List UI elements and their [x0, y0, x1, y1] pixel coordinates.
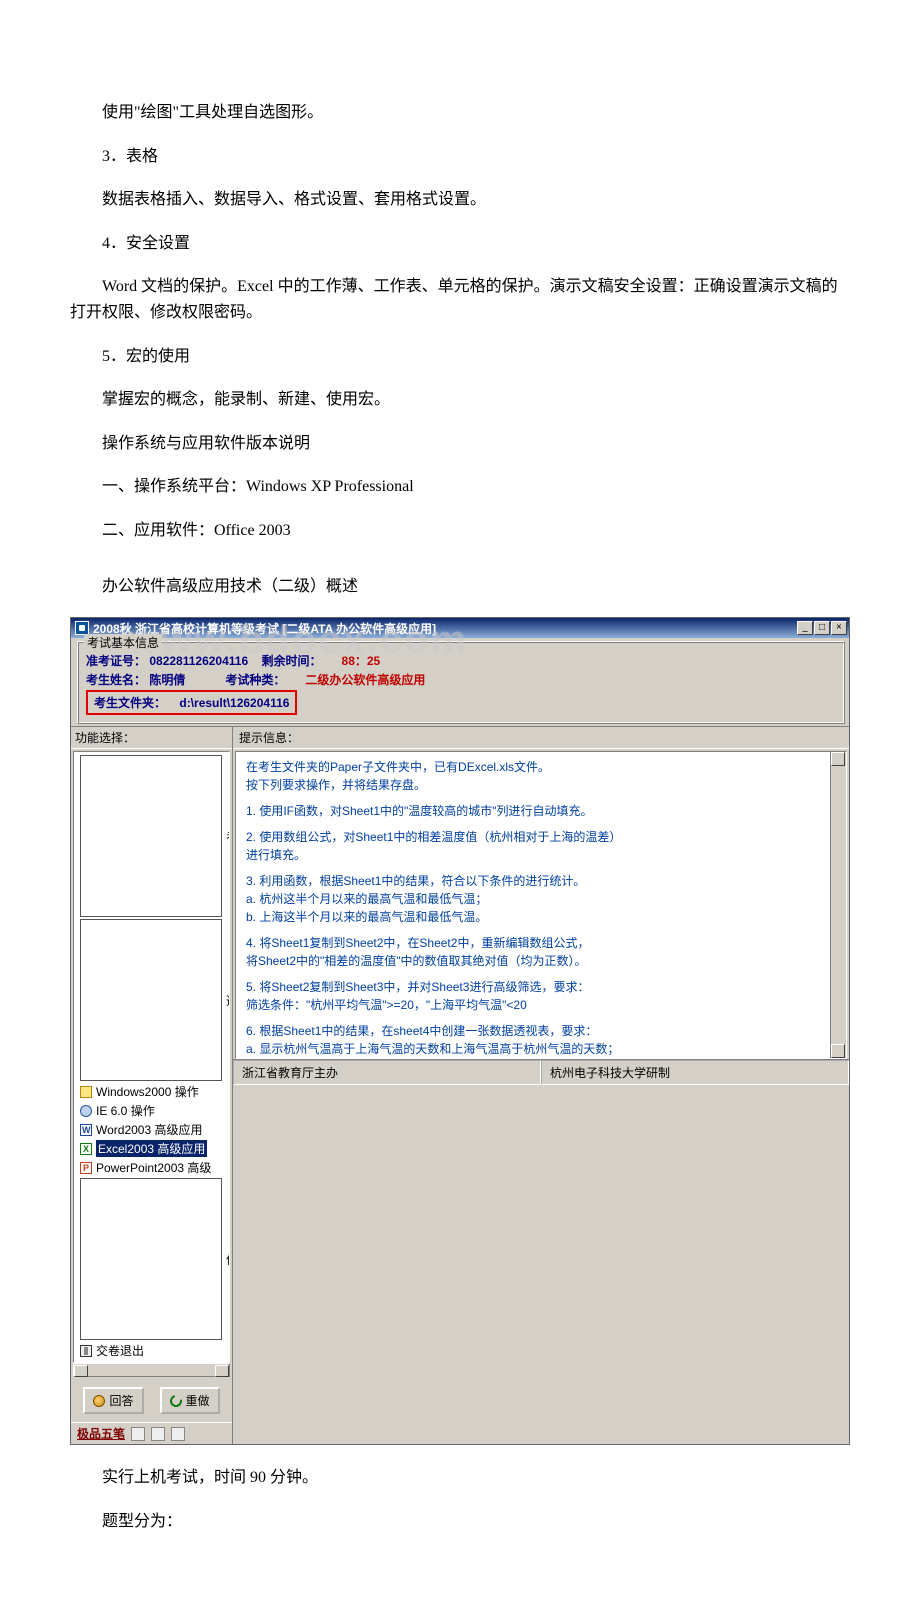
window-footer: 浙江省教育厅主办 杭州电子科技大学研制 — [233, 1059, 849, 1085]
heading-5-macro: 5．宏的使用 — [70, 344, 850, 370]
instr-block-1: 1. 使用IF函数，对Sheet1中的"温度较高的城市"列进行自动填充。 — [246, 802, 826, 820]
exam-window: 2008秋 浙江省高校计算机等级考试 [二级ATA 办公软件高级应用] _ □ … — [70, 617, 850, 1445]
para-app: 二、应用软件：Office 2003 — [70, 518, 850, 544]
instr-block-6: 6. 根据Sheet1中的结果，在sheet4中创建一张数据透视表，要求： a.… — [246, 1022, 826, 1059]
app-icon — [75, 621, 89, 635]
lower-pane: 功能选择： 考试须知 选择题型 Windows2000 操作 IE 6.0 操作… — [71, 726, 849, 1444]
instr-6b: a. 显示杭州气温高于上海气温的天数和上海气温高于杭州气温的天数； — [246, 1040, 826, 1058]
para-exam90: 实行上机考试，时间 90 分钟。 — [70, 1465, 850, 1491]
instr-4a: 4. 将Sheet1复制到Sheet2中，在Sheet2中，重新编辑数组公式， — [246, 934, 826, 952]
ime-name[interactable]: 极品五笔 — [77, 1425, 125, 1442]
heading-3-tables: 3．表格 — [70, 144, 850, 170]
instr-3a: 3. 利用函数，根据Sheet1中的结果，符合以下条件的进行统计。 — [246, 872, 826, 890]
exam-info-legend: 考试基本信息 — [84, 634, 162, 651]
section-overview: 办公软件高级应用技术（二级）概述 — [70, 574, 850, 600]
tree-item-word2003[interactable]: Word2003 高级应用 — [74, 1120, 229, 1139]
tree-item-exit[interactable]: 交卷退出 — [74, 1341, 229, 1360]
name-value: 陈明倩 — [149, 673, 185, 687]
page-icon — [80, 755, 222, 917]
answer-label: 回答 — [109, 1392, 133, 1409]
tree-item-ie6[interactable]: IE 6.0 操作 — [74, 1101, 229, 1120]
instr-0a: 在考生文件夹的Paper子文件夹中，已有DExcel.xls文件。 — [246, 758, 826, 776]
ticket-label: 准考证号： — [86, 654, 146, 668]
name-label: 考生姓名： — [86, 673, 146, 687]
remain-value: 88：25 — [342, 654, 381, 668]
redo-button[interactable]: 重做 — [160, 1387, 220, 1414]
minimize-button[interactable]: _ — [797, 621, 813, 635]
para-macro: 掌握宏的概念，能录制、新建、使用宏。 — [70, 387, 850, 413]
instr-block-2: 2. 使用数组公式，对Sheet1中的相差温度值（杭州相对于上海的温差） 进行填… — [246, 828, 826, 864]
remain-label: 剩余时间： — [262, 654, 322, 668]
ime-chip-2[interactable] — [151, 1427, 165, 1441]
titlebar: 2008秋 浙江省高校计算机等级考试 [二级ATA 办公软件高级应用] _ □ … — [71, 618, 849, 638]
ime-chip-1[interactable] — [131, 1427, 145, 1441]
excel-icon — [80, 1143, 92, 1155]
answer-button[interactable]: 回答 — [83, 1387, 143, 1414]
instructions-vscrollbar[interactable] — [830, 752, 846, 1058]
instr-5a: 5. 将Sheet2复制到Sheet3中，并对Sheet3进行高级筛选，要求： — [246, 978, 826, 996]
tree-item-notice[interactable]: 考试须知 — [74, 754, 229, 918]
instr-block-5: 5. 将Sheet2复制到Sheet3中，并对Sheet3进行高级筛选，要求： … — [246, 978, 826, 1014]
save-icon — [80, 1178, 222, 1340]
tree-item-windows2000[interactable]: Windows2000 操作 — [74, 1082, 229, 1101]
redo-icon — [167, 1392, 183, 1408]
instr-block-3: 3. 利用函数，根据Sheet1中的结果，符合以下条件的进行统计。 a. 杭州这… — [246, 872, 826, 926]
folder-value: d:\result\126204116 — [179, 696, 289, 710]
instr-0b: 按下列要求操作，并将结果存盘。 — [246, 776, 826, 794]
scroll-up-button[interactable] — [831, 752, 845, 766]
ie-icon — [80, 1105, 92, 1117]
instr-block-4: 4. 将Sheet1复制到Sheet2中，在Sheet2中，重新编辑数组公式， … — [246, 934, 826, 970]
folder-highlight: 考生文件夹： d:\result\126204116 — [86, 690, 297, 715]
footer-left: 浙江省教育厅主办 — [233, 1060, 541, 1085]
close-button[interactable]: × — [831, 621, 847, 635]
answer-icon — [93, 1395, 105, 1407]
instructions-pane: 在考生文件夹的Paper子文件夹中，已有DExcel.xls文件。 按下列要求操… — [235, 751, 847, 1059]
maximize-button[interactable]: □ — [814, 621, 830, 635]
instr-6a: 6. 根据Sheet1中的结果，在sheet4中创建一张数据透视表，要求： — [246, 1022, 826, 1040]
ime-chip-3[interactable] — [171, 1427, 185, 1441]
para-os: 一、操作系统平台：Windows XP Professional — [70, 474, 850, 500]
heading-4-security: 4．安全设置 — [70, 231, 850, 257]
ppt-icon — [80, 1162, 92, 1174]
instr-6c: b. 行区域设置为"温度较高的城市"； — [246, 1058, 826, 1059]
left-column: 功能选择： 考试须知 选择题型 Windows2000 操作 IE 6.0 操作… — [71, 727, 233, 1444]
hint-legend: 提示信息： — [233, 727, 849, 749]
instr-5b: 筛选条件："杭州平均气温">=20，"上海平均气温"<20 — [246, 996, 826, 1014]
document-page: 使用"绘图"工具处理自选图形。 3．表格 数据表格插入、数据导入、格式设置、套用… — [0, 0, 920, 1612]
para-qtypes: 题型分为： — [70, 1509, 850, 1535]
instr-2b: 进行填充。 — [246, 846, 826, 864]
ime-bar: 极品五笔 — [71, 1422, 232, 1444]
tree-item-excel2003[interactable]: Excel2003 高级应用 — [74, 1139, 229, 1158]
tree-item-choose[interactable]: 选择题型 — [74, 918, 229, 1082]
redo-label: 重做 — [186, 1392, 210, 1409]
tree-item-ppt2003[interactable]: PowerPoint2003 高级 — [74, 1158, 229, 1177]
tree-item-save[interactable]: 保存结果 — [74, 1177, 229, 1341]
scroll-down-button[interactable] — [831, 1044, 845, 1058]
instr-4b: 将Sheet2中的"相差的温度值"中的数值取其绝对值（均为正数）。 — [246, 952, 826, 970]
nav-tree: 考试须知 选择题型 Windows2000 操作 IE 6.0 操作 Word2… — [73, 751, 230, 1363]
exam-info-group: www.bdocx.com 考试基本信息 准考证号： 0822811262041… — [77, 641, 845, 724]
word-icon — [80, 1124, 92, 1136]
instr-2a: 2. 使用数组公式，对Sheet1中的相差温度值（杭州相对于上海的温差） — [246, 828, 826, 846]
para-os-app: 操作系统与应用软件版本说明 — [70, 431, 850, 457]
footer-right: 杭州电子科技大学研制 — [541, 1060, 849, 1085]
right-column: 提示信息： 在考生文件夹的Paper子文件夹中，已有DExcel.xls文件。 … — [233, 727, 849, 1444]
window-title: 2008秋 浙江省高校计算机等级考试 [二级ATA 办公软件高级应用] — [93, 620, 797, 637]
tree-hscrollbar[interactable] — [73, 1363, 230, 1377]
type-value: 二级办公软件高级应用 — [305, 673, 425, 687]
function-select-legend: 功能选择： — [71, 727, 232, 749]
instr-3b: a. 杭州这半个月以来的最高气温和最低气温； — [246, 890, 826, 908]
para-security: Word 文档的保护。Excel 中的工作薄、工作表、单元格的保护。演示文稿安全… — [70, 274, 850, 325]
type-label: 考试种类： — [225, 673, 285, 687]
page-icon — [80, 919, 222, 1081]
exit-icon — [80, 1345, 92, 1357]
instr-block-0: 在考生文件夹的Paper子文件夹中，已有DExcel.xls文件。 按下列要求操… — [246, 758, 826, 794]
folder-label: 考生文件夹： — [94, 696, 166, 710]
ticket-value: 082281126204116 — [149, 654, 248, 668]
instr-3c: b. 上海这半个月以来的最高气温和最低气温。 — [246, 908, 826, 926]
para-tables: 数据表格插入、数据导入、格式设置、套用格式设置。 — [70, 187, 850, 213]
folder-icon — [80, 1086, 92, 1098]
para-drawing: 使用"绘图"工具处理自选图形。 — [70, 100, 850, 126]
